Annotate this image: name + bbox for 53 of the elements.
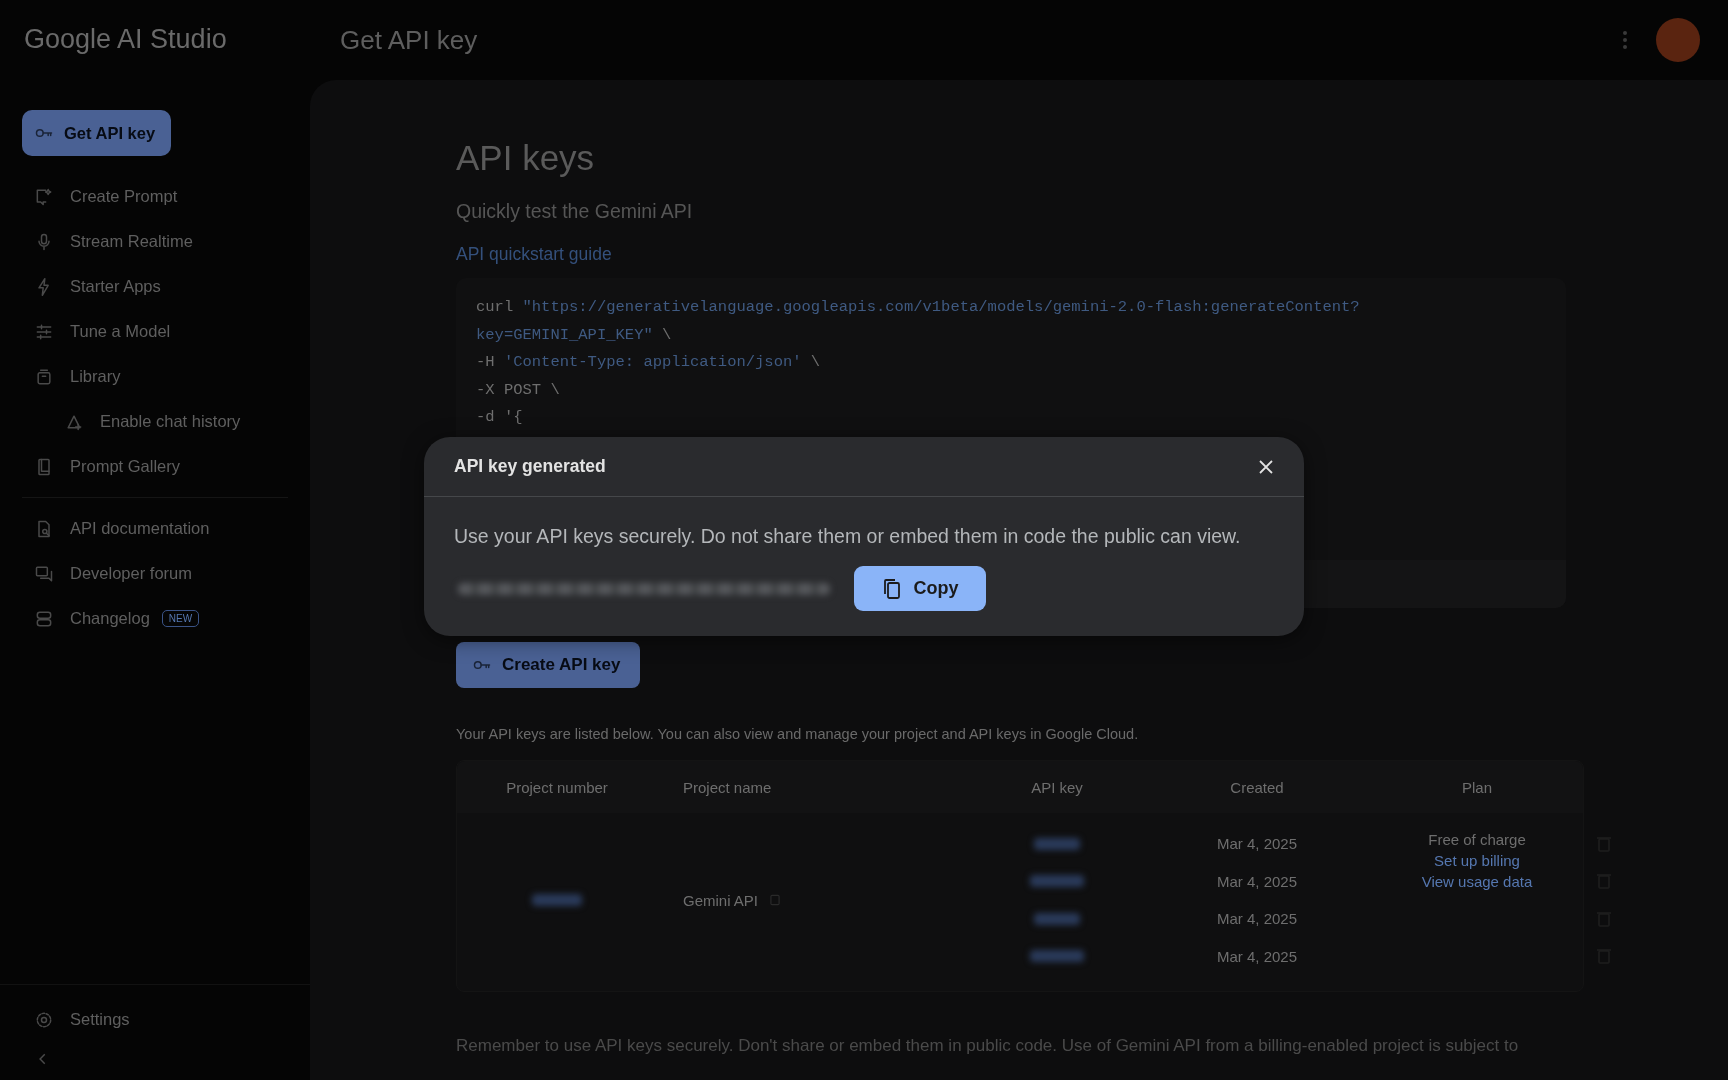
- table-cell-text: Mar 4, 2025: [1215, 946, 1298, 967]
- avatar[interactable]: [1656, 18, 1700, 62]
- table-cell-text: Mar 4, 2025: [1215, 909, 1298, 930]
- code-line: -H 'Content-Type: application/json' \: [476, 353, 822, 373]
- column-header: Created: [1229, 778, 1285, 796]
- copy-button[interactable]: Copy: [854, 566, 986, 611]
- get-api-key-button[interactable]: Get API key: [22, 110, 172, 156]
- new-badge: NEW: [161, 610, 200, 627]
- more-icon[interactable]: [1622, 30, 1628, 50]
- plan-status: Free of charge: [1428, 831, 1526, 848]
- sidebar-item[interactable]: Developer forum: [0, 551, 310, 596]
- code-line: curl "https://generativelanguage.googleapis.com/v1beta/models/gemini-2.0-flash:generateContent?: [476, 298, 1361, 318]
- sidebar-item[interactable]: Enable chat history: [0, 399, 310, 444]
- code-line: -d '{: [476, 408, 524, 428]
- sidebar-item[interactable]: Stream Realtime: [0, 219, 310, 264]
- subheading: Quickly test the Gemini API: [456, 200, 694, 224]
- table-cell-text: Mar 4, 2025: [1215, 834, 1298, 855]
- sidebar-item[interactable]: Tune a Model: [0, 309, 310, 354]
- copy-icon: [881, 577, 902, 600]
- dialog-message: Use your API keys securely. Do not share them or embed them in code the public can view.: [453, 524, 1242, 548]
- code-line: key=GEMINI_API_KEY" \: [476, 325, 673, 346]
- sidebar-item[interactable]: Starter Apps: [0, 264, 310, 309]
- quickstart-link[interactable]: API quickstart guide: [456, 244, 612, 268]
- security-note: Remember to use API keys securely. Don't share or embed them in public code. Use of Gemini API from a billing-enabled project is subject to: [456, 1036, 1520, 1056]
- settings-item[interactable]: Settings: [0, 997, 310, 1042]
- description: Your API keys are listed below. You can also view and manage your project and API keys in Google Cloud.: [456, 726, 1140, 744]
- project-name: Gemini API: [683, 891, 759, 909]
- close-icon[interactable]: [1258, 458, 1274, 475]
- column-header: API key: [1030, 778, 1084, 796]
- plan-link[interactable]: Set up billing: [1434, 852, 1520, 869]
- copy-icon[interactable]: [768, 893, 783, 907]
- sidebar-item[interactable]: Create Prompt: [0, 174, 310, 219]
- table-cell-text: Mar 4, 2025: [1215, 871, 1298, 892]
- prompt-icon: [34, 186, 54, 207]
- sidebar-item[interactable]: Library: [0, 354, 310, 399]
- sidebar-item[interactable]: API documentation: [0, 506, 310, 551]
- sidebar-item[interactable]: Prompt Gallery: [0, 444, 310, 489]
- page-title: Get API key: [340, 24, 479, 56]
- column-header: Plan: [1461, 778, 1493, 796]
- redacted-key[interactable]: [1030, 950, 1084, 963]
- column-header: Project number: [505, 778, 609, 796]
- column-header: Project name: [682, 778, 773, 796]
- redacted-text: [532, 894, 582, 906]
- create-api-key-button[interactable]: Create API key: [456, 642, 641, 688]
- dialog-title: API key generated: [454, 456, 607, 477]
- code-line: -X POST \: [476, 380, 561, 401]
- redacted-key[interactable]: [1034, 912, 1080, 925]
- plan-link[interactable]: View usage data: [1421, 873, 1533, 890]
- app-logo: Google AI Studio: [23, 23, 228, 56]
- section-heading: API keys: [456, 138, 596, 179]
- redacted-key[interactable]: [1030, 875, 1084, 888]
- redacted-key[interactable]: [1034, 837, 1080, 850]
- sidebar-item[interactable]: Changelog NEW: [0, 596, 310, 641]
